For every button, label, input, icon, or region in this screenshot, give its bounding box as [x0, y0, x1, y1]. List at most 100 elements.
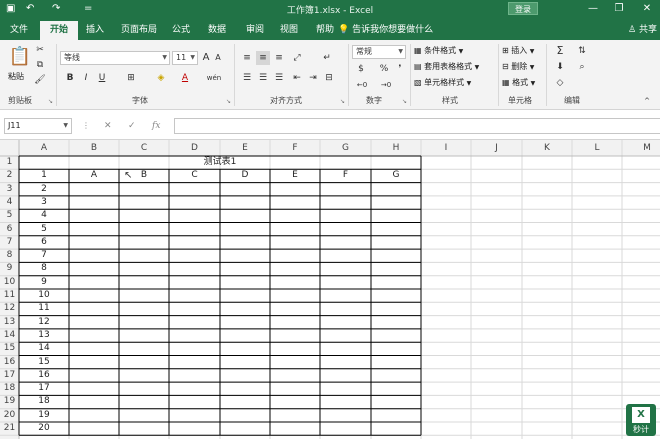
- enter-icon[interactable]: ✓: [128, 119, 136, 133]
- sort-filter-icon[interactable]: ⇅: [574, 44, 590, 58]
- cell-styles-icon: ▧: [414, 78, 422, 87]
- conditional-formatting-button[interactable]: ▦ 条件格式 ▼: [414, 44, 463, 59]
- cancel-icon[interactable]: ✕: [104, 119, 112, 133]
- divider: [56, 44, 57, 106]
- orientation-icon[interactable]: ⤢: [290, 51, 304, 65]
- format-cells-button[interactable]: ▦ 格式 ▼: [502, 76, 535, 91]
- align-center-icon[interactable]: ☰: [256, 71, 270, 85]
- number-launcher-icon[interactable]: ↘: [402, 98, 407, 105]
- restore-button[interactable]: ❐: [612, 2, 626, 15]
- column-header: K: [544, 143, 550, 153]
- font-size-select[interactable]: 11 ▼: [172, 51, 198, 65]
- increase-decimal-icon[interactable]: ←0: [354, 78, 370, 92]
- app-logo: X 秒计: [626, 404, 656, 436]
- clear-icon[interactable]: ◇: [552, 76, 568, 90]
- format-as-table-button[interactable]: ▤ 套用表格格式 ▼: [414, 60, 479, 75]
- comma-style-icon[interactable]: ❜: [394, 62, 406, 76]
- minimize-button[interactable]: —: [586, 2, 600, 15]
- share-button[interactable]: ♙ 共享: [628, 21, 657, 40]
- autosum-icon[interactable]: Σ: [552, 44, 568, 58]
- borders-icon[interactable]: ⊞: [124, 71, 138, 85]
- align-right-icon[interactable]: ☰: [272, 71, 286, 85]
- font-color-icon[interactable]: A: [178, 71, 192, 85]
- tab-view[interactable]: 视图: [274, 21, 304, 40]
- row-header: 13: [3, 316, 16, 327]
- alignment-launcher-icon[interactable]: ↘: [340, 98, 345, 105]
- percent-button[interactable]: %: [378, 62, 390, 76]
- chevron-down-icon: ▼: [529, 48, 535, 55]
- collapse-ribbon-icon[interactable]: ^: [640, 94, 654, 108]
- divider: [498, 44, 499, 106]
- currency-icon[interactable]: $: [354, 62, 368, 76]
- find-select-icon[interactable]: ⌕: [574, 60, 590, 74]
- formula-input[interactable]: [174, 118, 660, 134]
- decrease-indent-icon[interactable]: ⇤: [290, 71, 304, 85]
- tab-help[interactable]: 帮助: [310, 21, 340, 40]
- format-label: 格式: [512, 78, 529, 87]
- copy-icon[interactable]: ⧉: [34, 58, 46, 72]
- fill-icon[interactable]: ⬇: [552, 60, 568, 74]
- insert-cells-button[interactable]: ⊞ 插入 ▼: [502, 44, 534, 59]
- italic-button[interactable]: I: [80, 71, 92, 85]
- increase-indent-icon[interactable]: ⇥: [306, 71, 320, 85]
- row-header: 11: [3, 290, 16, 300]
- clipboard-launcher-icon[interactable]: ↘: [48, 98, 53, 105]
- chevron-down-icon: ▼: [466, 80, 472, 87]
- row-header: 19: [3, 396, 16, 407]
- increase-font-icon[interactable]: A: [200, 51, 212, 65]
- divider: [410, 44, 411, 106]
- align-top-icon[interactable]: ≡: [240, 51, 254, 65]
- font-group-label: 字体: [132, 96, 148, 105]
- decrease-decimal-icon[interactable]: →0: [378, 78, 394, 92]
- wrap-text-icon[interactable]: ↵: [320, 51, 334, 65]
- font-launcher-icon[interactable]: ↘: [226, 98, 231, 105]
- login-button[interactable]: 登录: [508, 2, 538, 15]
- header-cell: F: [342, 170, 349, 181]
- underline-button[interactable]: U: [96, 71, 108, 85]
- spreadsheet-grid[interactable]: A B C D E F G H I J K L M 1 2 3 4 5 6 7 8 9 10 11 12 13 14 15 16 17 18…: [0, 140, 660, 439]
- row-header: 1: [6, 157, 13, 167]
- tab-insert[interactable]: 插入: [80, 21, 110, 40]
- align-left-icon[interactable]: ☰: [240, 71, 254, 85]
- data-cell: 15: [38, 356, 50, 367]
- tell-me-label: 告诉我你想要做什么: [352, 25, 434, 35]
- tell-me-search[interactable]: 💡 告诉我你想要做什么: [338, 21, 433, 40]
- name-box-value: J11: [8, 121, 21, 130]
- tab-home[interactable]: 开始: [40, 21, 78, 40]
- paste-button[interactable]: 粘贴: [8, 70, 24, 84]
- styles-group-label: 样式: [442, 96, 458, 105]
- cell-styles-button[interactable]: ▧ 单元格样式 ▼: [414, 76, 471, 91]
- insert-function-icon[interactable]: fx: [152, 119, 160, 133]
- tab-review[interactable]: 审阅: [240, 21, 270, 40]
- number-group-label: 数字: [366, 96, 382, 105]
- close-button[interactable]: ✕: [640, 2, 654, 15]
- name-box[interactable]: J11 ▼: [4, 118, 72, 134]
- fill-color-icon[interactable]: ◈: [154, 71, 168, 85]
- header-cell: G: [392, 170, 400, 181]
- mouse-cursor-icon: ↖: [124, 170, 133, 181]
- decrease-font-icon[interactable]: A: [212, 51, 224, 65]
- format-painter-icon[interactable]: 🖌: [34, 73, 46, 87]
- ribbon-home: 📋 粘贴 ✂ ⧉ 🖌 剪贴板 ↘ 等线 ▼ 11 ▼ A A B I U ⊞ ◈ A…: [0, 40, 660, 110]
- tab-page-layout[interactable]: 页面布局: [116, 21, 162, 40]
- column-header: G: [342, 143, 349, 153]
- data-cell: 12: [38, 316, 50, 327]
- merge-center-icon[interactable]: ⊟: [322, 71, 336, 85]
- phonetic-icon[interactable]: wén: [206, 71, 222, 85]
- bold-button[interactable]: B: [64, 71, 76, 85]
- paste-icon[interactable]: 📋: [8, 44, 32, 70]
- delete-cells-button[interactable]: ⊟ 删除 ▼: [502, 60, 534, 75]
- excel-icon: X: [632, 407, 650, 423]
- tab-formulas[interactable]: 公式: [166, 21, 196, 40]
- font-name-select[interactable]: 等线 ▼: [60, 51, 170, 65]
- tab-file[interactable]: 文件: [4, 21, 34, 40]
- tab-data[interactable]: 数据: [202, 21, 232, 40]
- data-cell: 18: [38, 396, 50, 407]
- table-format-icon: ▤: [414, 62, 422, 71]
- align-middle-icon[interactable]: ≡: [256, 51, 270, 65]
- align-bottom-icon[interactable]: ≡: [272, 51, 286, 65]
- row-header: 4: [6, 196, 13, 207]
- number-format-select[interactable]: 常规 ▼: [352, 45, 406, 59]
- cut-icon[interactable]: ✂: [34, 43, 46, 57]
- chevron-down-icon: ▼: [530, 80, 536, 87]
